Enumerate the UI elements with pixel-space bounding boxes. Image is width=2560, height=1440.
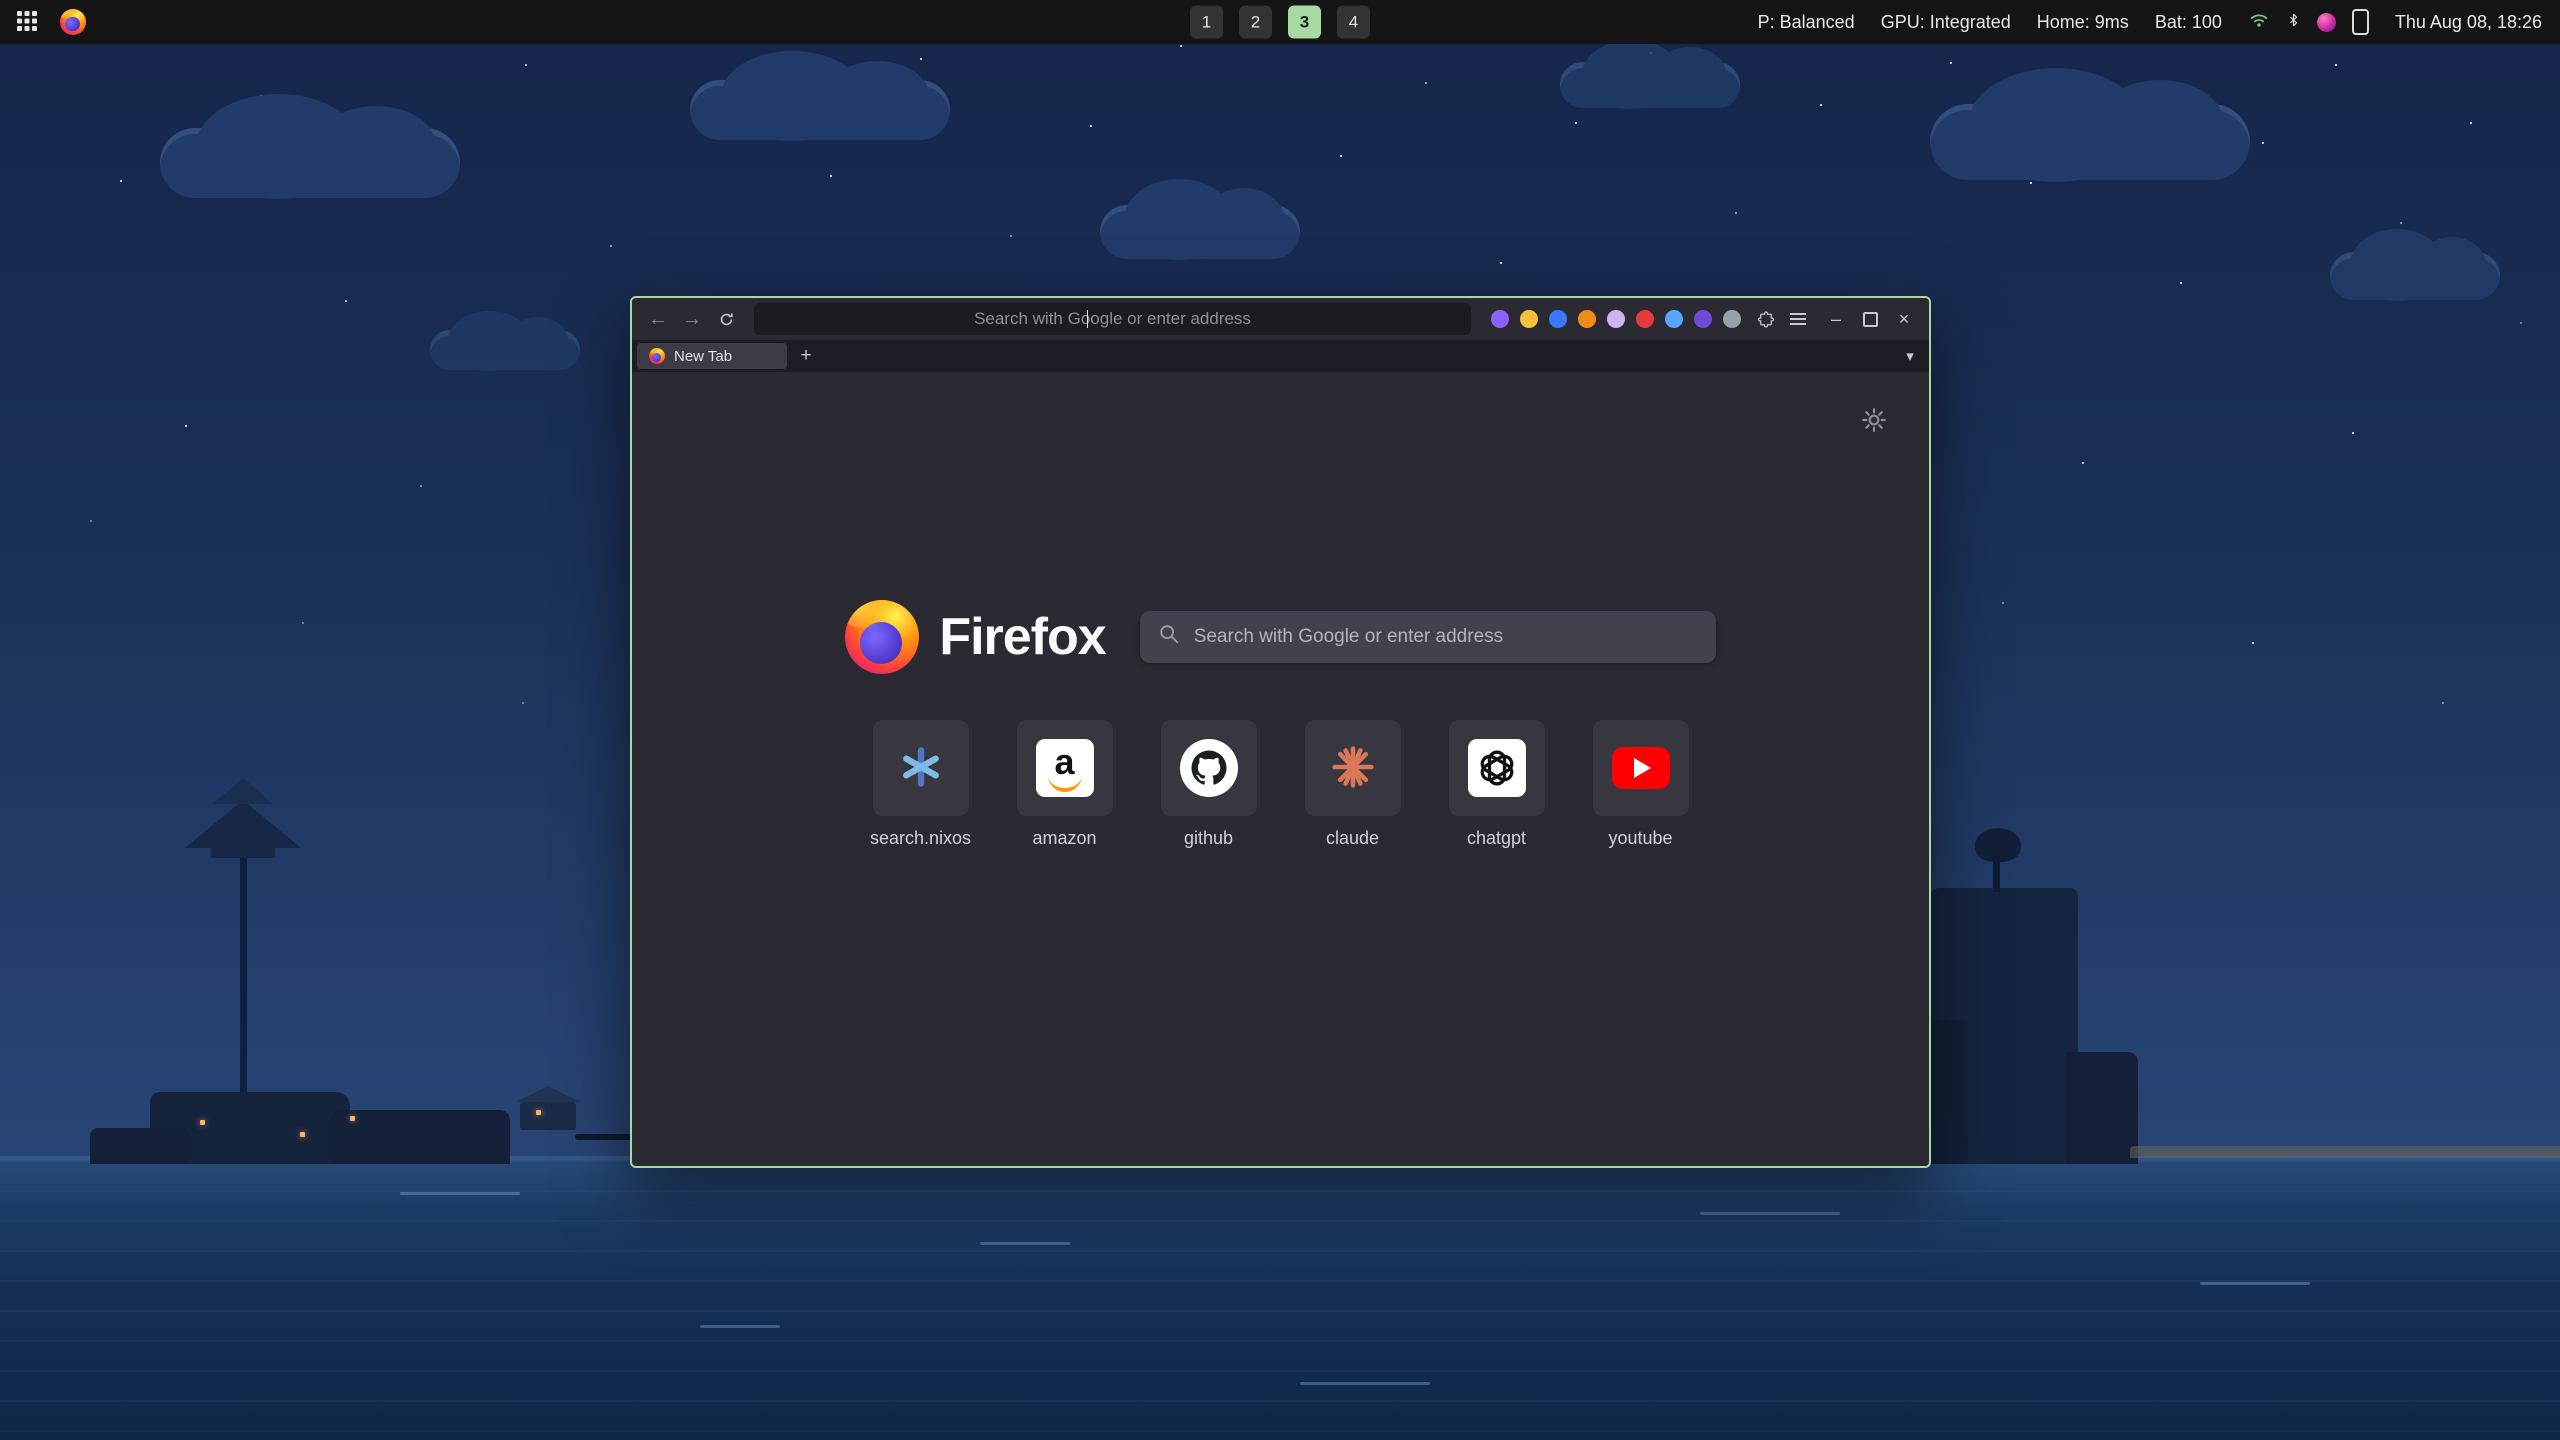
firefox-logo-icon	[845, 600, 919, 674]
reload-button[interactable]	[710, 304, 742, 334]
ocean	[0, 1160, 2560, 1440]
shortcut-chatgpt[interactable]: chatgpt	[1449, 720, 1545, 849]
shortcut-label: search.nixos	[870, 828, 971, 849]
claude-starburst-icon	[1331, 745, 1375, 792]
workspace-4[interactable]: 4	[1337, 6, 1370, 39]
shortcut-tiles: search.nixos a amazon	[873, 720, 1689, 849]
url-bar-placeholder: Search with Google or enter address	[974, 309, 1251, 329]
minimize-button[interactable]: –	[1821, 304, 1851, 334]
browser-toolbar: ← → Search with Google or enter address	[632, 298, 1929, 340]
shortcut-label: github	[1184, 828, 1233, 849]
text-caret	[1087, 310, 1089, 328]
clock: Thu Aug 08, 18:26	[2395, 12, 2542, 33]
tab-favicon	[649, 348, 665, 364]
extension-icon-5[interactable]	[1607, 310, 1625, 328]
search-placeholder: Search with Google or enter address	[1194, 626, 1503, 648]
back-button[interactable]: ←	[642, 304, 674, 334]
workspace-3-active[interactable]: 3	[1288, 6, 1321, 39]
status-bar: 1 2 3 4 P: Balanced GPU: Integrated Home…	[0, 0, 2560, 44]
network-latency-status: Home: 9ms	[2037, 12, 2129, 33]
workspace-2[interactable]: 2	[1239, 6, 1272, 39]
bluetooth-icon[interactable]	[2286, 9, 2301, 36]
shortcut-label: amazon	[1032, 828, 1096, 849]
chatgpt-openai-icon	[1468, 739, 1526, 797]
github-octocat-icon	[1180, 739, 1238, 797]
tab-title: New Tab	[674, 348, 732, 365]
menu-hamburger-icon[interactable]	[1783, 304, 1813, 334]
firefox-icon	[60, 9, 86, 35]
extension-icon-2[interactable]	[1520, 310, 1538, 328]
logo-search-row: Firefox Search with Google or enter addr…	[845, 600, 1715, 674]
maximize-button[interactable]	[1855, 304, 1885, 334]
app-launcher-button[interactable]	[12, 6, 42, 39]
forward-button[interactable]: →	[676, 304, 708, 334]
screen: 1 2 3 4 P: Balanced GPU: Integrated Home…	[0, 0, 2560, 1440]
workspace-1[interactable]: 1	[1190, 6, 1223, 39]
amazon-icon: a	[1036, 739, 1094, 797]
newtab-search-input[interactable]: Search with Google or enter address	[1140, 611, 1716, 663]
firefox-taskbar-button[interactable]	[56, 5, 90, 39]
close-button[interactable]: ×	[1889, 304, 1919, 334]
personalize-gear-icon[interactable]	[1855, 406, 1893, 437]
extension-icon-3[interactable]	[1549, 310, 1567, 328]
gpu-status: GPU: Integrated	[1881, 12, 2011, 33]
shortcut-amazon[interactable]: a amazon	[1017, 720, 1113, 849]
extension-icon-4[interactable]	[1578, 310, 1596, 328]
shortcut-label: youtube	[1608, 828, 1672, 849]
nixos-snowflake-icon	[899, 745, 943, 792]
power-profile-status: P: Balanced	[1758, 12, 1855, 33]
workspace-switcher: 1 2 3 4	[1190, 6, 1370, 39]
phone-icon[interactable]	[2352, 9, 2369, 35]
extensions-puzzle-icon[interactable]	[1751, 304, 1781, 334]
shortcut-label: claude	[1326, 828, 1379, 849]
extension-icon-8[interactable]	[1694, 310, 1712, 328]
search-magnifier-icon	[1158, 623, 1180, 651]
battery-status: Bat: 100	[2155, 12, 2222, 33]
shortcut-claude[interactable]: claude	[1305, 720, 1401, 849]
extension-icon-7[interactable]	[1665, 310, 1683, 328]
extension-buttons	[1491, 310, 1741, 328]
extension-icon-9[interactable]	[1723, 310, 1741, 328]
color-profile-icon[interactable]	[2317, 13, 2336, 32]
extension-icon-6[interactable]	[1636, 310, 1654, 328]
tab-strip: New Tab + ▾	[632, 340, 1929, 372]
shortcut-search-nixos[interactable]: search.nixos	[873, 720, 969, 849]
all-tabs-dropdown-button[interactable]: ▾	[1896, 343, 1924, 369]
shortcut-youtube[interactable]: youtube	[1593, 720, 1689, 849]
window-controls: – ×	[1821, 304, 1919, 334]
wifi-icon[interactable]	[2248, 9, 2270, 36]
youtube-play-icon	[1612, 747, 1670, 789]
shortcut-github[interactable]: github	[1161, 720, 1257, 849]
shortcut-label: chatgpt	[1467, 828, 1526, 849]
new-tab-button[interactable]: +	[793, 343, 819, 369]
firefox-window: ← → Search with Google or enter address	[630, 296, 1931, 1168]
new-tab-page: Firefox Search with Google or enter addr…	[632, 372, 1929, 1166]
url-bar[interactable]: Search with Google or enter address	[754, 303, 1471, 335]
extension-icon-1[interactable]	[1491, 310, 1509, 328]
firefox-wordmark: Firefox	[939, 607, 1105, 667]
grid-icon	[16, 10, 38, 35]
tab-new-tab[interactable]: New Tab	[637, 343, 787, 369]
